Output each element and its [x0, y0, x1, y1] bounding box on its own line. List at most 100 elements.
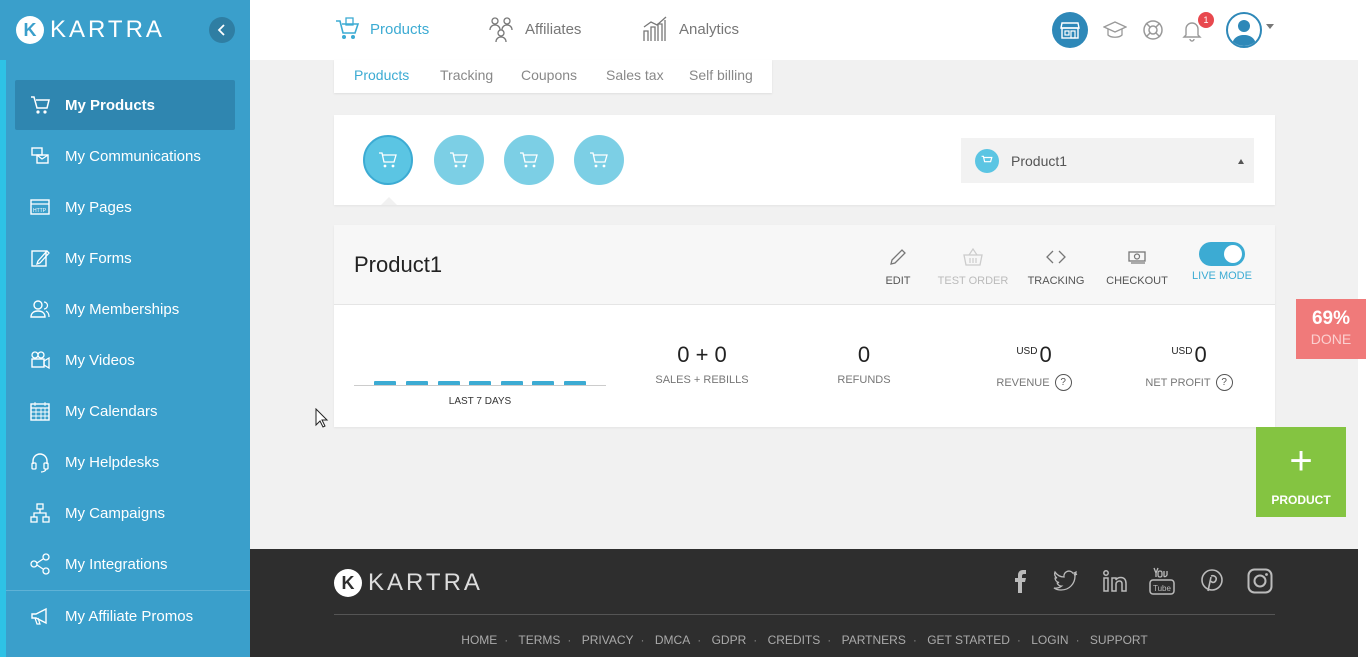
tab-affiliates[interactable]: Affiliates	[487, 13, 581, 45]
sidebar-item-label: My Videos	[65, 351, 135, 369]
stat-revenue: USD0 REVENUE?	[979, 342, 1089, 391]
logo-mark: K	[16, 16, 44, 44]
sidebar-item-my-helpdesks[interactable]: My Helpdesks	[15, 437, 235, 487]
sidebar-item-my-videos[interactable]: My Videos	[15, 335, 235, 385]
footer-link-terms[interactable]: TERMS	[518, 633, 560, 647]
tracking-button[interactable]: TRACKING	[1016, 245, 1096, 287]
action-label: CHECKOUT	[1106, 275, 1168, 287]
progress-label: DONE	[1310, 331, 1352, 347]
svg-text:Tube: Tube	[1153, 584, 1171, 593]
subtab-coupons[interactable]: Coupons	[521, 67, 577, 83]
logo-text: KARTRA	[368, 569, 483, 596]
footer-links: HOME · TERMS · PRIVACY · DMCA · GDPR · CREDIT…	[461, 633, 1148, 647]
top-header: Products Affiliates Analytics 1	[250, 0, 1358, 60]
footer-link-login[interactable]: LOGIN	[1031, 633, 1068, 647]
sidebar-edge	[0, 60, 6, 657]
http-icon: HTTP	[28, 195, 52, 219]
onboarding-progress[interactable]: 69% DONE	[1296, 299, 1366, 359]
sidebar-item-my-forms[interactable]: My Forms	[15, 233, 235, 283]
product-thumb[interactable]	[363, 135, 413, 185]
product-thumb[interactable]	[504, 135, 554, 185]
product-thumb[interactable]	[574, 135, 624, 185]
footer-link-get-started[interactable]: GET STARTED	[927, 633, 1010, 647]
sidebar: K KARTRA My Products My Communications H…	[0, 0, 250, 657]
footer-link-partners[interactable]: PARTNERS	[842, 633, 906, 647]
marketplace-button[interactable]	[1052, 12, 1088, 48]
mouse-cursor-icon	[315, 407, 329, 433]
footer-link-credits[interactable]: CREDITS	[768, 633, 821, 647]
cart-icon	[450, 152, 468, 168]
collapse-sidebar-button[interactable]	[209, 17, 235, 43]
linkedin-icon[interactable]	[1101, 567, 1129, 595]
stat-value: USD0	[979, 342, 1089, 368]
share-icon	[28, 552, 52, 576]
sidebar-item-my-affiliate-promos[interactable]: My Affiliate Promos	[15, 591, 235, 641]
cart-icon	[28, 93, 52, 117]
basket-icon	[933, 245, 1013, 269]
sidebar-item-my-memberships[interactable]: My Memberships	[15, 284, 235, 334]
academy-icon[interactable]	[1103, 18, 1127, 42]
facebook-icon[interactable]	[1006, 567, 1034, 595]
sidebar-item-my-pages[interactable]: HTTP My Pages	[15, 182, 235, 232]
product-dropdown[interactable]: Product1	[961, 138, 1254, 183]
avatar[interactable]	[1226, 12, 1262, 48]
subtab-products[interactable]: Products	[354, 67, 409, 83]
twitter-icon[interactable]	[1052, 567, 1080, 595]
subtab-self-billing[interactable]: Self billing	[689, 67, 753, 83]
cart-icon	[590, 152, 608, 168]
selection-pointer	[381, 197, 397, 205]
stat-value: 0 + 0	[677, 342, 727, 367]
sidebar-item-label: My Communications	[65, 147, 201, 165]
youtube-icon[interactable]: Tube	[1148, 567, 1176, 595]
svg-text:HTTP: HTTP	[33, 208, 47, 214]
users-icon	[28, 297, 52, 321]
currency-label: USD	[1016, 346, 1038, 357]
checkout-button[interactable]: CHECKOUT	[1097, 245, 1177, 287]
stat-net-profit: USD0 NET PROFIT?	[1134, 342, 1244, 391]
action-label: TRACKING	[1027, 275, 1085, 287]
progress-percent: 69%	[1311, 308, 1351, 329]
edit-button[interactable]: EDIT	[858, 245, 938, 287]
footer-link-privacy[interactable]: PRIVACY	[582, 633, 634, 647]
subtab-sales-tax[interactable]: Sales tax	[606, 67, 664, 83]
tab-analytics[interactable]: Analytics	[641, 13, 739, 45]
test-order-button[interactable]: TEST ORDER	[933, 245, 1013, 287]
add-product-button[interactable]: + PRODUCT	[1256, 427, 1346, 517]
sidebar-item-my-products[interactable]: My Products	[15, 80, 235, 130]
sidebar-item-my-integrations[interactable]: My Integrations	[15, 539, 235, 589]
cart-icon	[334, 16, 360, 42]
sidebar-item-my-communications[interactable]: My Communications	[15, 131, 235, 181]
help-lifebuoy-icon[interactable]	[1141, 18, 1165, 42]
code-icon	[1016, 245, 1096, 269]
revenue-label: REVENUE	[996, 376, 1050, 389]
notification-badge: 1	[1198, 12, 1214, 28]
subtab-tracking[interactable]: Tracking	[440, 67, 493, 83]
sidebar-item-my-calendars[interactable]: My Calendars	[15, 386, 235, 436]
footer-link-support[interactable]: SUPPORT	[1090, 633, 1148, 647]
footer-link-gdpr[interactable]: GDPR	[712, 633, 747, 647]
footer-link-dmca[interactable]: DMCA	[655, 633, 690, 647]
product-thumb[interactable]	[434, 135, 484, 185]
sidebar-item-my-campaigns[interactable]: My Campaigns	[15, 488, 235, 538]
kartra-logo[interactable]: K KARTRA	[16, 16, 165, 44]
logo-mark: K	[334, 569, 362, 597]
chevron-down-icon[interactable]	[1266, 24, 1274, 29]
footer-logo[interactable]: K KARTRA	[334, 569, 483, 597]
sidebar-item-label: My Forms	[65, 249, 132, 267]
live-mode-toggle[interactable]	[1199, 242, 1245, 266]
user-icon	[1232, 20, 1256, 46]
toggle-knob	[1224, 245, 1242, 263]
help-icon[interactable]: ?	[1215, 374, 1233, 391]
instagram-icon[interactable]	[1246, 567, 1274, 595]
stat-value: 0	[857, 342, 871, 367]
action-label: EDIT	[885, 275, 911, 287]
profit-label: NET PROFIT	[1145, 376, 1211, 389]
help-icon[interactable]: ?	[1054, 374, 1072, 391]
tab-products[interactable]: Products	[334, 13, 429, 45]
sidebar-divider	[6, 590, 250, 591]
caret-icon	[1238, 159, 1244, 164]
dropdown-value: Product1	[1011, 152, 1068, 169]
footer-link-home[interactable]: HOME	[461, 633, 497, 647]
spark-label: LAST 7 DAYS	[448, 396, 512, 407]
pinterest-icon[interactable]	[1198, 567, 1226, 595]
